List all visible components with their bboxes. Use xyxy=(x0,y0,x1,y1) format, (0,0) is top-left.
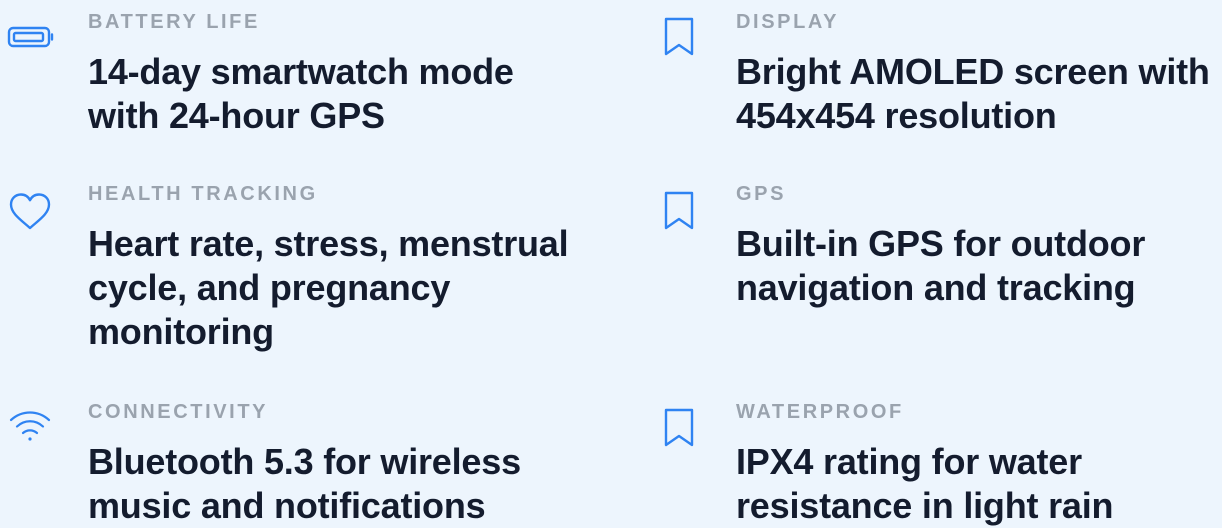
feature-description: Built-in GPS for outdoor navigation and … xyxy=(736,223,1146,308)
feature-label: WATERPROOF xyxy=(736,401,904,423)
feature-label: GPS xyxy=(736,183,787,205)
wifi-icon xyxy=(6,402,54,450)
feature-description: Heart rate, stress, menstrual cycle, and… xyxy=(88,223,569,352)
battery-icon xyxy=(6,13,54,61)
feature-label: CONNECTIVITY xyxy=(88,401,269,423)
feature-description: Bright AMOLED screen with 454x454 resolu… xyxy=(736,51,1210,136)
feature-description: Bluetooth 5.3 for wireless music and not… xyxy=(88,441,521,526)
bookmark-icon xyxy=(655,403,703,451)
heart-icon xyxy=(6,188,54,236)
feature-label: DISPLAY xyxy=(736,11,840,33)
feature-description: 14-day smartwatch mode with 24-hour GPS xyxy=(88,51,514,136)
feature-label: BATTERY LIFE xyxy=(88,11,260,33)
feature-label: HEALTH TRACKING xyxy=(88,183,318,205)
bookmark-icon xyxy=(655,12,703,60)
bookmark-icon xyxy=(655,186,703,234)
feature-description: IPX4 rating for water resistance in ligh… xyxy=(736,441,1114,526)
